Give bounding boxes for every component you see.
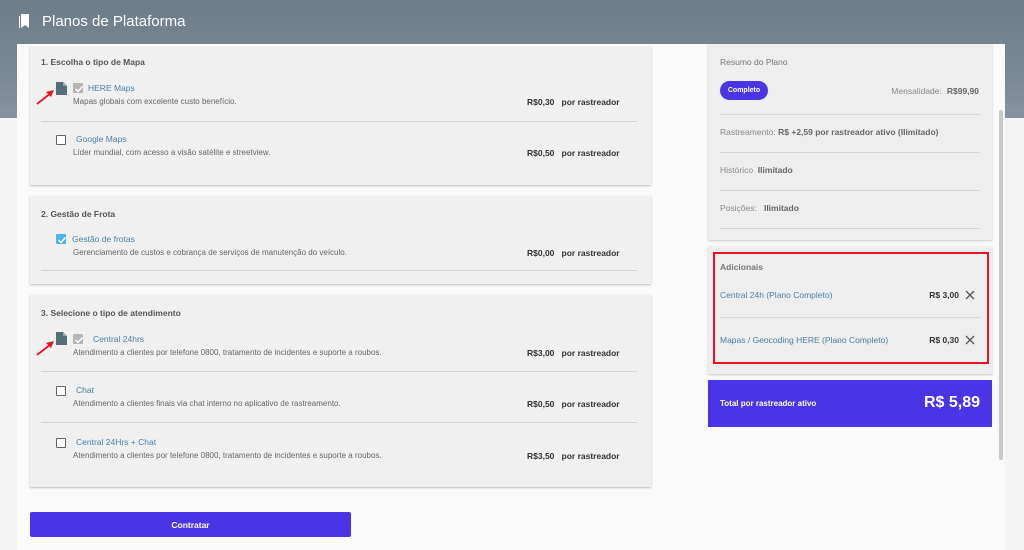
fleet-management-checkbox[interactable] — [56, 234, 67, 244]
red-arrow-icon — [36, 90, 54, 105]
option-fleet-management[interactable]: Gestão de frotas Gerenciamento de custos… — [41, 223, 637, 271]
header-title-group: Planos de Plataforma — [18, 10, 185, 32]
option-description: Mapas globais com excelente custo benefí… — [73, 97, 237, 106]
option-name: Chat — [76, 385, 94, 395]
check-icon — [57, 236, 67, 244]
central-24hrs-checkbox[interactable] — [73, 334, 84, 344]
option-central-24hrs[interactable]: Central 24hrs Atendimento a clientes por… — [36, 322, 637, 372]
option-name: HERE Maps — [88, 83, 135, 93]
option-price: R$0,50 por rastreador — [527, 399, 620, 409]
option-description: Atendimento a clientes por telefone 0800… — [73, 451, 382, 460]
document-icon — [56, 82, 67, 95]
option-name: Google Maps — [76, 134, 127, 144]
bookmark-icon — [19, 14, 29, 28]
document-icon — [56, 332, 67, 345]
page-title: Planos de Plataforma — [42, 12, 186, 30]
addons-highlight-box — [713, 252, 989, 364]
red-arrow-icon — [36, 341, 54, 356]
option-name: Gestão de frotas — [72, 234, 135, 244]
section-title: 3. Selecione o tipo de atendimento — [41, 308, 181, 318]
option-google-maps[interactable]: Google Maps Líder mundial, com acesso a … — [41, 123, 637, 173]
plan-summary-card: Resumo do Plano Completo Mensalidade: R$9… — [708, 44, 992, 240]
total-value: R$ 5,89 — [923, 394, 980, 411]
divider — [720, 114, 980, 115]
total-label: Total por rastreador ativo — [720, 399, 817, 408]
option-description: Líder mundial, com acesso a visão satéli… — [73, 148, 271, 157]
option-description: Atendimento a clientes por telefone 0800… — [73, 348, 382, 357]
divider — [720, 228, 980, 229]
option-price: R$0,50 por rastreador — [527, 148, 620, 158]
contract-button[interactable]: Contratar — [30, 512, 351, 537]
divider — [720, 152, 980, 153]
fleet-management-card: 2. Gestão de Frota Gestão de frotas Gere… — [30, 196, 651, 284]
option-price: R$3,50 por rastreador — [527, 451, 620, 461]
plan-badge: Completo — [720, 81, 768, 100]
option-chat[interactable]: Chat Atendimento a clientes finais via c… — [41, 373, 637, 423]
summary-title: Resumo do Plano — [720, 57, 788, 67]
chat-checkbox[interactable] — [56, 386, 66, 396]
map-type-card: 1. Escolha o tipo de Mapa HERE Maps Mapa… — [30, 47, 651, 185]
section-title: 2. Gestão de Frota — [41, 209, 116, 219]
positions-line: Posições: Ilimitado — [720, 203, 799, 213]
option-name: Central 24hrs — [93, 334, 145, 344]
monthly-fee: Mensalidade: R$99,90 — [891, 86, 979, 96]
service-type-card: 3. Selecione o tipo de atendimento Centr… — [30, 295, 651, 487]
central-24hrs-chat-checkbox[interactable] — [56, 438, 66, 448]
check-icon — [74, 85, 84, 93]
option-price: R$0,00 por rastreador — [527, 248, 620, 258]
divider — [720, 190, 980, 191]
option-price: R$3,00 por rastreador — [527, 348, 620, 358]
here-maps-checkbox[interactable] — [73, 83, 84, 93]
scrollbar[interactable] — [999, 110, 1003, 460]
check-icon — [74, 336, 84, 344]
option-description: Gerenciamento de custos e cobrança de se… — [73, 248, 347, 257]
total-card: Total por rastreador ativo R$ 5,89 — [708, 380, 992, 427]
option-central-24hrs-chat[interactable]: Central 24Hrs + Chat Atendimento a clien… — [41, 424, 637, 474]
option-name: Central 24Hrs + Chat — [76, 437, 157, 447]
section-title: 1. Escolha o tipo de Mapa — [41, 57, 145, 67]
history-line: Histórico Ilimitado — [720, 165, 793, 175]
google-maps-checkbox[interactable] — [56, 135, 66, 145]
option-description: Atendimento a clientes finais via chat i… — [73, 399, 341, 408]
tracking-line: Rastreamento: R$ +2,59 por rastreador at… — [720, 127, 939, 137]
option-price: R$0,30 por rastreador — [527, 97, 620, 107]
option-here-maps[interactable]: HERE Maps Mapas globais com excelente cu… — [36, 72, 637, 122]
